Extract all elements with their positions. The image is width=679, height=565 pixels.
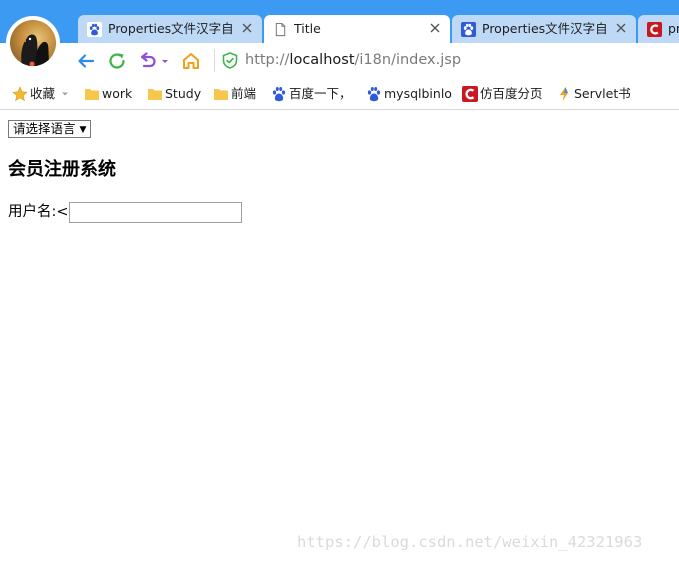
language-select[interactable]: 请选择语言 ▼ [8,120,92,138]
page-content: 请选择语言 ▼ 会员注册系统 用户名:< [0,111,679,565]
bookmark-label: work [102,86,133,101]
penguin-avatar-icon [21,34,50,66]
url-scheme: http:// [245,52,290,68]
document-icon [275,22,286,37]
browser-tab-2-active[interactable]: Title [264,15,450,43]
bookmark-label: 收藏 [30,86,56,101]
browser-tab-3[interactable]: Properties文件汉字自动 [452,15,636,43]
tab-title: Properties文件汉字自动 [108,21,232,36]
toolbar-divider [214,49,215,72]
bolt-icon [560,87,568,101]
url-host: localhost [289,52,355,68]
baidu-paw-icon [461,22,476,37]
username-label: 用户名:< [8,204,69,220]
folder-icon [85,89,99,100]
address-bar[interactable]: http://localhost/i18n/index.jsp [220,47,679,74]
star-icon [12,86,28,102]
language-select-value: 请选择语言 [13,121,76,136]
back-arrow-icon[interactable] [76,51,96,71]
csdn-c-icon [647,22,662,37]
shield-check-icon[interactable] [222,52,238,69]
bookmark-label: Servlet书 [574,86,631,101]
address-url[interactable]: http://localhost/i18n/index.jsp [245,47,461,74]
browser-tab-1[interactable]: Properties文件汉字自动 [78,15,262,43]
url-path: /i18n/index.jsp [354,52,462,68]
folder-icon [148,89,162,100]
tab-title: pr [668,21,679,36]
bookmarks-bar: 收藏 work Study 前端 百度一下， mysqlbinlo 仿百度分页 … [0,78,679,110]
baidu-paw-icon [87,22,102,37]
baidu-paw-icon [272,87,286,102]
tab-title: Properties文件汉字自动 [482,21,606,36]
chevron-down-icon[interactable] [161,51,169,71]
folder-icon [214,89,228,100]
bookmark-label: 百度一下， [289,86,352,101]
dropdown-triangle-icon: ▼ [79,125,87,135]
close-icon[interactable] [241,22,253,34]
username-row: 用户名:< [8,201,242,223]
browser-toolbar: http://localhost/i18n/index.jsp [0,43,679,78]
avatar-image [10,20,56,66]
user-avatar[interactable] [6,16,60,70]
baidu-paw-icon [367,87,381,102]
bookmark-favorites[interactable]: 收藏 [12,84,72,104]
page-title: 会员注册系统 [8,159,116,180]
tab-title: Title [294,21,321,36]
bookmark-label: 仿百度分页 [480,86,543,101]
chevron-down-icon[interactable] [61,90,69,98]
close-icon[interactable] [429,22,441,34]
browser-tab-4[interactable]: pr [638,15,679,43]
watermark: https://blog.csdn.net/weixin_42321963 [297,533,643,551]
bookmark-label: Study [165,86,202,101]
close-icon[interactable] [615,22,627,34]
bookmark-label: mysqlbinlo [384,86,452,101]
csdn-c-icon [462,86,478,102]
bookmark-label: 前端 [231,86,257,101]
username-input[interactable] [68,202,242,223]
undo-close-tab-icon[interactable] [139,51,159,71]
home-icon[interactable] [181,51,201,71]
refresh-icon[interactable] [107,51,127,71]
browser-tab-strip: Properties文件汉字自动 Title Properties文件汉字自动 [0,0,679,43]
